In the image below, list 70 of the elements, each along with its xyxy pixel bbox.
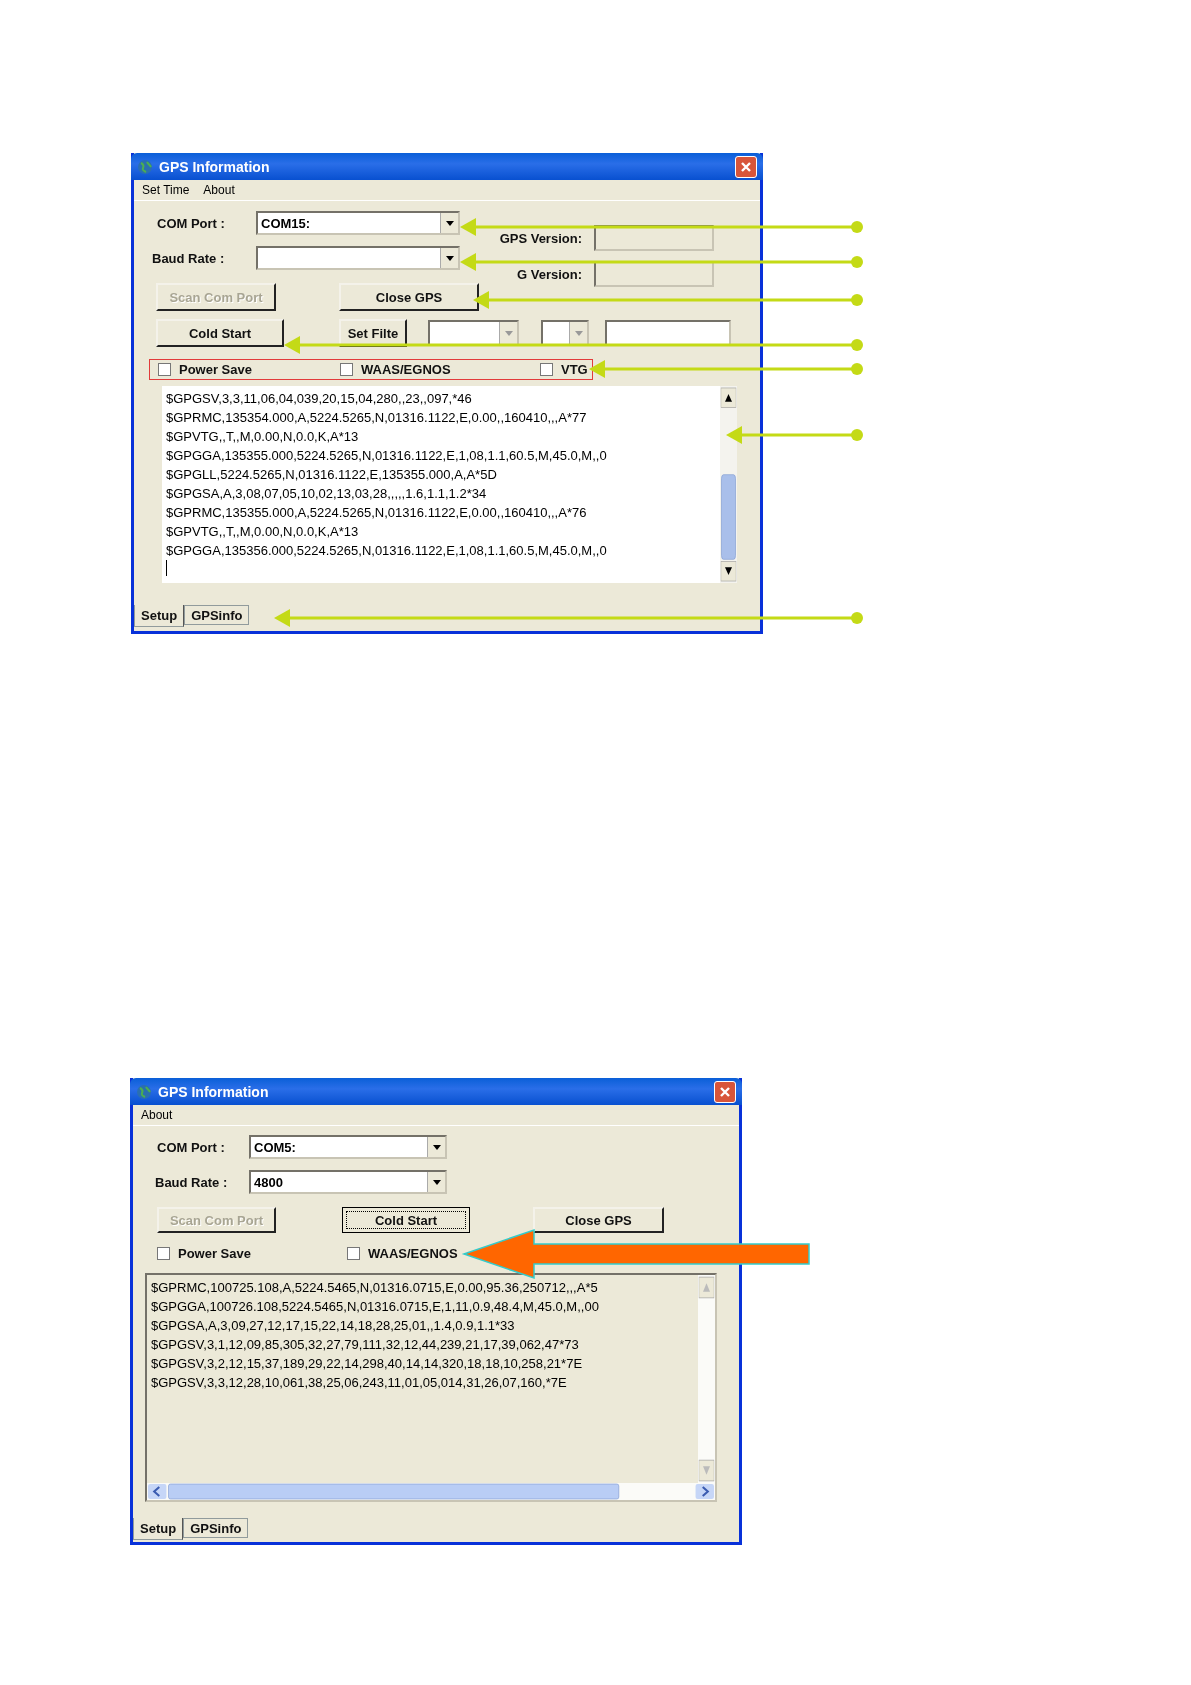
menu-item[interactable]: About — [197, 183, 241, 197]
dropdown[interactable] — [428, 320, 519, 346]
dropdown[interactable]: COM15: — [256, 211, 460, 235]
log-line: $GPGSA,A,3,08,07,05,10,02,13,03,28,,,,,1.6,1.1,1.2*34 — [166, 485, 488, 503]
vertical-scrollbar[interactable] — [698, 1275, 715, 1483]
window-title: GPS Information — [158, 1083, 270, 1100]
button[interactable]: Cold Start — [342, 1207, 470, 1233]
dropdown[interactable] — [256, 246, 460, 270]
menu-item[interactable]: Set Time — [136, 183, 196, 197]
checkbox[interactable] — [157, 1246, 170, 1260]
close-button[interactable] — [735, 155, 757, 178]
log-line: $GPRMC,135354.000,A,5224.5265,N,01316.1122,E,0.00,,160410,,,A*77 — [166, 409, 588, 427]
dropdown-arrow-icon — [432, 1179, 441, 1185]
field-label: COM Port : — [156, 215, 226, 231]
tab[interactable]: Setup — [134, 605, 185, 627]
tab[interactable]: Setup — [133, 1518, 184, 1540]
close-button[interactable] — [714, 1080, 736, 1103]
window-title: GPS Information — [159, 158, 271, 175]
checkbox-label: Power Save — [178, 1245, 251, 1261]
dropdown-arrow-icon — [574, 330, 583, 336]
text-cursor — [166, 560, 167, 576]
checkbox[interactable] — [158, 363, 171, 376]
log-line: $GPVTG,,T,,M,0.00,N,0.0,K,A*13 — [166, 428, 360, 446]
globe-icon — [136, 1083, 152, 1100]
log-line: $GPGSA,A,3,09,27,12,17,15,22,14,18,28,25,01,,1.4,0.9,1.1*33 — [151, 1317, 516, 1335]
dropdown-arrow-icon — [445, 220, 454, 226]
log-line: $GPVTG,,T,,M,0.00,N,0.0,K,A*13 — [166, 523, 360, 541]
globe-icon — [137, 158, 153, 175]
log-line: $GPGGA,135356.000,5224.5265,N,01316.1122,E,1,08,1.1,60.5,M,45.0,M,,0 — [166, 542, 608, 560]
log-text-area[interactable] — [145, 1273, 717, 1502]
dropdown-arrow-icon — [445, 255, 454, 261]
log-line: $GPGLL,5224.5265,N,01316.1122,E,135355.000,A,A*5D — [166, 466, 498, 484]
dropdown[interactable]: 4800 — [249, 1170, 447, 1194]
button[interactable]: Cold Start — [156, 319, 284, 347]
checkbox[interactable] — [347, 1246, 360, 1260]
field-label: G Version: — [515, 266, 582, 282]
log-line: $GPRMC,135355.000,A,5224.5265,N,01316.1122,E,0.00,,160410,,,A*76 — [166, 504, 588, 522]
close-icon — [740, 160, 752, 173]
log-line: $GPGSV,3,3,12,28,10,061,38,25,06,243,11,01,05,014,31,26,07,160,*7E — [151, 1374, 568, 1392]
vertical-scrollbar[interactable] — [720, 386, 737, 583]
checkbox-label: VTG — [561, 362, 588, 377]
field-label: GPS Version: — [498, 230, 582, 246]
tab[interactable]: GPSinfo — [183, 1518, 249, 1538]
field-label: COM Port : — [156, 1139, 226, 1155]
log-line: $GPRMC,100725.108,A,5224.5465,N,01316.0715,E,0.00,95.36,250712,,,A*5 — [151, 1279, 599, 1297]
checkbox[interactable] — [540, 363, 553, 376]
log-line: $GPGGA,100726.108,5224.5465,N,01316.0715,E,1,11,0.9,48.4,M,45.0,M,,00 — [151, 1298, 600, 1316]
log-text-area[interactable] — [162, 386, 737, 583]
dropdown-arrow-icon — [504, 330, 513, 336]
tab[interactable]: GPSinfo — [184, 605, 250, 625]
checkbox-label: WAAS/EGNOS — [361, 362, 451, 377]
field-label: Baud Rate : — [151, 250, 226, 266]
button[interactable]: Close GPS — [533, 1207, 664, 1233]
log-line: $GPGSV,3,3,11,06,04,039,20,15,04,280,,23,,097,*46 — [166, 390, 473, 408]
checkbox[interactable] — [340, 363, 353, 376]
text-field[interactable] — [605, 320, 731, 346]
field-label: Baud Rate : — [154, 1174, 229, 1190]
close-icon — [719, 1085, 731, 1098]
dropdown-arrow-icon — [432, 1144, 441, 1150]
dropdown[interactable]: COM5: — [249, 1135, 447, 1159]
dropdown[interactable] — [541, 320, 589, 346]
log-line: $GPGSV,3,1,12,09,85,305,32,27,79,111,32,12,44,239,21,17,39,062,47*73 — [151, 1336, 580, 1354]
menu-item[interactable]: About — [135, 1108, 179, 1122]
checkbox-label: Power Save — [179, 362, 252, 377]
log-line: $GPGGA,135355.000,5224.5265,N,01316.1122,E,1,08,1.1,60.5,M,45.0,M,,0 — [166, 447, 608, 465]
log-line: $GPGSV,3,2,12,15,37,189,29,22,14,298,40,14,14,320,18,18,10,258,21*7E — [151, 1355, 584, 1373]
checkbox-label: WAAS/EGNOS — [368, 1245, 458, 1261]
horizontal-scrollbar[interactable] — [147, 1483, 715, 1500]
button[interactable]: Close GPS — [339, 283, 479, 311]
button[interactable]: Set Filte — [339, 319, 407, 347]
